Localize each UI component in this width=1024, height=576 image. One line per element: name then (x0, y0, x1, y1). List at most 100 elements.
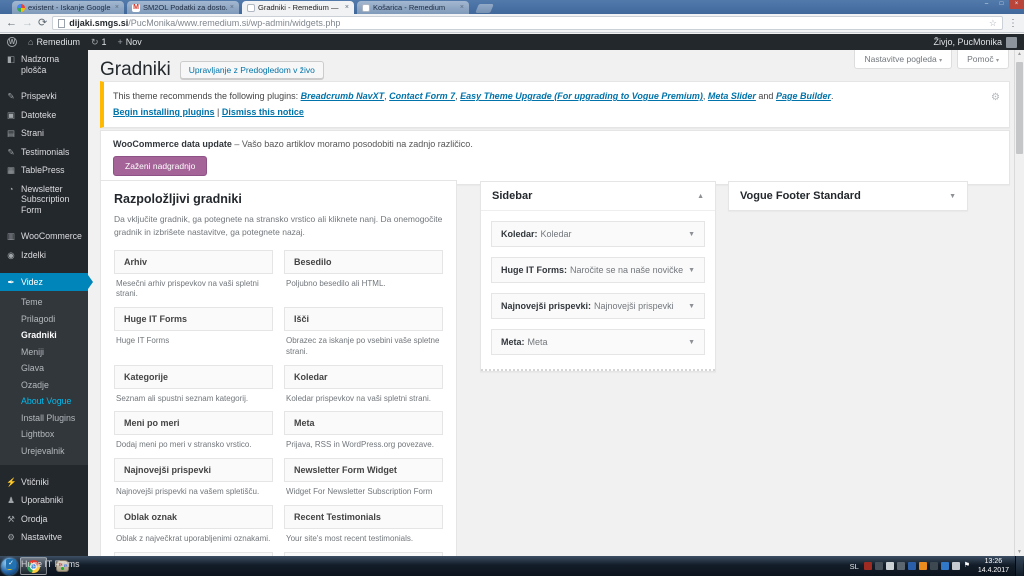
sidebar-panel-header[interactable]: Sidebar ▲ (481, 182, 715, 210)
notice-link[interactable]: Page Builder (776, 91, 831, 101)
notice-link[interactable]: Breadcrumb NavXT (301, 91, 385, 101)
notice-link[interactable]: Meta Slider (708, 91, 756, 101)
widget-card[interactable]: Arhiv (114, 249, 273, 274)
browser-menu-icon[interactable]: ⋮ (1008, 18, 1018, 29)
sidebar-item-uporabniki[interactable]: ♟ Uporabniki (0, 491, 88, 510)
help-button[interactable]: Pomoč ▾ (957, 50, 1009, 69)
admin-bar-updates[interactable]: ↻ 1 (91, 37, 107, 48)
language-indicator[interactable]: SL (848, 562, 861, 571)
chevron-down-icon[interactable]: ▼ (688, 267, 695, 274)
sidebar-item-tablepress[interactable]: ▦ TablePress (0, 161, 88, 180)
submenu-item-gradniki[interactable]: Gradniki (0, 327, 88, 344)
back-icon[interactable]: ← (6, 17, 17, 29)
submenu-item-teme[interactable]: Teme (0, 294, 88, 311)
admin-bar-new[interactable]: + Nov (118, 37, 142, 47)
wordpress-logo-icon[interactable]: W (7, 37, 17, 47)
widget-card[interactable]: Meni po meri (114, 411, 273, 436)
sidebar-item-huge-it-forms[interactable]: ✓ Huge IT Forms (0, 555, 88, 574)
submenu-item-urejevalnik[interactable]: Urejevalnik (0, 443, 88, 460)
scroll-down-icon[interactable]: ▼ (1015, 549, 1024, 555)
sidebar-item-nadzorna-plo-a[interactable]: ◧ Nadzorna plošča (0, 50, 88, 79)
sidebar-widget[interactable]: Koledar: Koledar ▼ (491, 221, 705, 247)
widget-card[interactable]: Oblak oznak (114, 505, 273, 530)
sidebar-widget[interactable]: Meta: Meta ▼ (491, 329, 705, 355)
tray-icon-blue-app[interactable] (907, 562, 916, 570)
chevron-down-icon[interactable]: ▼ (949, 193, 956, 200)
widget-card[interactable]: Meta (284, 411, 443, 436)
submenu-item-install-plugins[interactable]: Install Plugins (0, 410, 88, 427)
taskbar-clock[interactable]: 13:26 14.4.2017 (974, 557, 1013, 576)
widget-card[interactable]: Huge IT Forms (114, 307, 273, 332)
sidebar-item-newsletter-subscription-form[interactable]: ◔ Newsletter Subscription Form (0, 180, 88, 220)
submenu-item-about-vogue[interactable]: About Vogue (0, 393, 88, 410)
widget-card[interactable]: Kategorije (114, 364, 273, 389)
sidebar-item-testimonials[interactable]: ✎ Testimonials (0, 143, 88, 162)
tray-icon-orange[interactable] (918, 562, 927, 570)
browser-tab[interactable]: Gradniki - Remedium — × (242, 1, 354, 14)
sidebar-item-datoteke[interactable]: ▣ Datoteke (0, 106, 88, 125)
run-updater-button[interactable]: Zaženi nadgradnjo (113, 156, 208, 176)
manage-with-live-preview-button[interactable]: Upravljanje z Predogledom v živo (179, 61, 324, 79)
notice-link[interactable]: Dismiss this notice (222, 107, 304, 117)
network-icon[interactable] (951, 562, 960, 570)
submenu-item-ozadje[interactable]: Ozadje (0, 377, 88, 394)
close-icon[interactable]: × (115, 4, 119, 11)
chevron-down-icon[interactable]: ▼ (688, 303, 695, 310)
submenu-item-meniji[interactable]: Meniji (0, 344, 88, 361)
tray-icon-dark[interactable] (874, 562, 883, 570)
submenu-item-glava[interactable]: Glava (0, 360, 88, 377)
widget-card[interactable]: Išči (284, 307, 443, 332)
chevron-down-icon[interactable]: ▼ (688, 339, 695, 346)
show-desktop-button[interactable] (1015, 556, 1023, 576)
sidebar-item-nastavitve[interactable]: ⚙ Nastavitve (0, 528, 88, 547)
widget-card[interactable]: Koledar (284, 364, 443, 389)
sidebar-widget[interactable]: Huge IT Forms: Naročite se na naše novičk… (491, 257, 705, 283)
sidebar-item-izdelki[interactable]: ◉ Izdelki (0, 246, 88, 265)
tray-icon-light[interactable] (885, 562, 894, 570)
sidebar-item-strani[interactable]: ▤ Strani (0, 124, 88, 143)
refresh-icon[interactable]: ⟳ (38, 17, 47, 29)
submenu-item-prilagodi[interactable]: Prilagodi (0, 311, 88, 328)
notice-link[interactable]: Contact Form 7 (389, 91, 455, 101)
footer-panel-header[interactable]: Vogue Footer Standard ▼ (729, 182, 967, 210)
notice-link[interactable]: Easy Theme Upgrade (For upgrading to Vog… (460, 91, 703, 101)
scrollbar[interactable]: ▲ ▼ (1014, 50, 1024, 556)
scrollbar-thumb[interactable] (1016, 62, 1023, 154)
admin-bar-account[interactable]: Živjo, PucMonika (933, 36, 1017, 48)
chevron-down-icon[interactable]: ▼ (688, 231, 695, 238)
forward-icon[interactable]: → (22, 17, 33, 29)
bluetooth-icon[interactable] (940, 562, 949, 570)
widget-card[interactable]: Najnovejši prispevki (114, 458, 273, 483)
admin-bar-site-name[interactable]: ⌂ Remedium (28, 37, 80, 47)
widget-card[interactable]: Newsletter Form Widget (284, 458, 443, 483)
collapse-icon[interactable]: ▲ (697, 193, 704, 200)
browser-tab[interactable]: M SM2OL Podatki za dosto... × (127, 1, 239, 14)
browser-tab[interactable]: Košarica - Remedium × (357, 1, 469, 14)
widget-card[interactable]: Besedilo (284, 249, 443, 274)
sidebar-item-prispevki[interactable]: ✎ Prispevki (0, 87, 88, 106)
minimize-window-button[interactable]: – (979, 0, 994, 9)
screen-options-button[interactable]: Nastavitve pogleda ▾ (854, 50, 953, 69)
tray-icon-shield[interactable] (896, 562, 905, 570)
sidebar-item-videz[interactable]: ✒ Videz (0, 272, 88, 292)
new-tab-button[interactable] (475, 4, 494, 13)
bookmark-star-icon[interactable]: ☆ (989, 18, 997, 29)
volume-icon[interactable] (929, 562, 938, 570)
sidebar-item-vti-niki[interactable]: ⚡ Vtičniki (0, 473, 88, 492)
notice-link[interactable]: Begin installing plugins (113, 107, 215, 117)
url-text[interactable]: dijaki.smgs.si/PucMonika/www.remedium.si… (69, 18, 985, 28)
widget-card[interactable]: Recent Testimonials (284, 505, 443, 530)
sidebar-item-orodja[interactable]: ⚒ Orodja (0, 510, 88, 529)
address-bar[interactable]: dijaki.smgs.si/PucMonika/www.remedium.si… (52, 16, 1003, 30)
close-window-button[interactable]: × (1009, 0, 1024, 9)
close-icon[interactable]: × (345, 4, 349, 11)
sidebar-widget[interactable]: Najnovejši prispevki: Najnovejši prispevk… (491, 293, 705, 319)
browser-tab[interactable]: existent - Iskanje Google × (12, 1, 124, 14)
close-icon[interactable]: × (230, 4, 234, 11)
scroll-up-icon[interactable]: ▲ (1015, 51, 1024, 57)
action-center-flag-icon[interactable]: ⚑ (963, 562, 971, 570)
submenu-item-lightbox[interactable]: Lightbox (0, 426, 88, 443)
gear-icon[interactable]: ⚙ (991, 89, 1000, 107)
adobe-tray-icon[interactable] (863, 562, 872, 570)
sidebar-item-woocommerce[interactable]: ▥ WooCommerce (0, 227, 88, 246)
